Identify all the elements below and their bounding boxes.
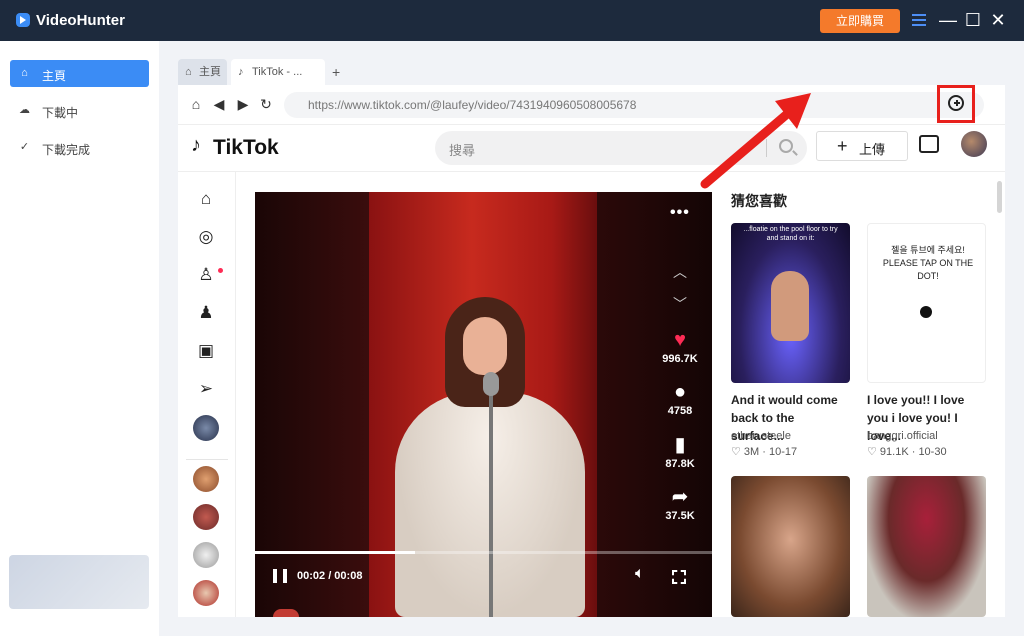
chevron-up-icon[interactable]: ︿: [670, 262, 690, 282]
bookmark-icon: ▮: [674, 434, 686, 456]
new-tab-button[interactable]: +: [332, 59, 348, 85]
home-icon: ⌂: [21, 67, 28, 79]
url-bar[interactable]: https://www.tiktok.com/@laufey/video/743…: [284, 92, 984, 118]
upload-button[interactable]: + 上傳: [816, 131, 908, 161]
browser-navbar: ⌂ ◀ ▶ ↻ https://www.tiktok.com/@laufey/v…: [178, 85, 1005, 125]
main-content: ⌂ 主頁 ♪ TikTok - ... + ⌂ ◀ ▶ ↻ https://ww…: [159, 41, 1024, 636]
minimize-icon[interactable]: —: [938, 10, 958, 30]
pause-icon[interactable]: [273, 569, 287, 583]
plus-icon: +: [837, 136, 848, 156]
sidebar-item-label: 下載完成: [42, 143, 91, 157]
buy-now-label: 立即購買: [835, 14, 884, 28]
following-icon[interactable]: ♙: [195, 264, 217, 286]
sidebar-item-label: 主頁: [42, 69, 67, 83]
tiktok-logo-icon: ♪: [191, 134, 201, 156]
tiktok-icon: ♪: [238, 66, 244, 78]
thumbnail-caption: ...floatie on the pool floor to try and …: [743, 226, 838, 242]
save-button[interactable]: ▮ 87.8K: [657, 432, 703, 470]
share-button[interactable]: ➦ 37.5K: [657, 484, 703, 522]
share-icon: ➦: [671, 486, 689, 508]
like-count: 996.7K: [662, 353, 698, 365]
recommend-thumbnail[interactable]: ...floatie on the pool floor to try and …: [731, 223, 850, 383]
tiktok-side-nav: ⌂ ◎ ♙ ♟ ▣ ➢: [178, 172, 236, 617]
home-icon: ⌂: [185, 66, 192, 78]
chevron-down-icon[interactable]: ﹀: [670, 294, 690, 314]
share-count: 37.5K: [665, 510, 695, 522]
notification-dot: [218, 268, 223, 273]
buy-now-button[interactable]: 立即購買: [820, 9, 900, 33]
app-logo-icon: [16, 13, 30, 27]
forward-icon[interactable]: ▶: [234, 95, 252, 113]
fullscreen-icon[interactable]: [672, 570, 686, 584]
browser-view: ⌂ ◀ ▶ ↻ https://www.tiktok.com/@laufey/v…: [178, 85, 1005, 617]
volume-icon[interactable]: 🔈︎: [635, 565, 645, 583]
heart-icon: ♥: [674, 329, 686, 351]
profile-avatar[interactable]: [193, 415, 219, 441]
download-plus-icon[interactable]: [948, 95, 964, 111]
more-options-icon[interactable]: •••: [670, 204, 690, 222]
scrollbar[interactable]: [997, 181, 1002, 213]
save-count: 87.8K: [665, 458, 695, 470]
live-icon[interactable]: ▣: [195, 340, 217, 362]
microphone: [489, 387, 493, 617]
title-bar: VideoHunter 立即購買 — ☐ ✕: [0, 0, 1024, 41]
menu-icon[interactable]: [909, 10, 929, 30]
tab-label: TikTok - ...: [252, 66, 303, 78]
recommend-user[interactable]: banggri.official: [867, 430, 938, 442]
video-player[interactable]: ••• ︿ ﹀ ♥ 996.7K ● 4758 ▮ 87.8K ➦ 37.5K: [255, 192, 712, 617]
sidebar-item-downloading[interactable]: ☁ 下載中: [10, 97, 149, 124]
sidebar-item-completed[interactable]: ✓ 下載完成: [10, 134, 149, 161]
following-avatar[interactable]: [193, 466, 219, 492]
tiktok-header: ♪ TikTok 搜尋 + 上傳: [178, 125, 1005, 172]
avatar[interactable]: [961, 131, 987, 157]
sidebar-item-home[interactable]: ⌂ 主頁: [10, 60, 149, 87]
friends-icon[interactable]: ♟: [195, 302, 217, 324]
promo-banner[interactable]: [9, 555, 149, 609]
following-avatar[interactable]: [193, 542, 219, 568]
close-icon[interactable]: ✕: [988, 10, 1008, 30]
check-circle-icon: ✓: [19, 141, 30, 153]
video-time: 00:02 / 00:08: [297, 570, 363, 582]
maximize-icon[interactable]: ☐: [963, 10, 983, 30]
video-progress-bar[interactable]: [255, 551, 712, 554]
url-text: https://www.tiktok.com/@laufey/video/743…: [308, 98, 637, 112]
comment-count: 4758: [667, 405, 693, 417]
recommend-user[interactable]: ethan.steele: [731, 430, 791, 442]
home-icon[interactable]: ⌂: [195, 188, 217, 210]
sidebar: ⌂ 主頁 ☁ 下載中 ✓ 下載完成: [0, 41, 159, 636]
app-title: VideoHunter: [36, 12, 125, 29]
refresh-icon[interactable]: ↻: [257, 95, 275, 113]
tab-tiktok[interactable]: ♪ TikTok - ...: [231, 59, 325, 85]
recommend-thumbnail[interactable]: [867, 476, 986, 617]
comment-button[interactable]: ● 4758: [657, 379, 703, 417]
tiktok-logo[interactable]: TikTok: [213, 136, 279, 160]
recommend-stats: ♡ 91.1K · 10-30: [867, 446, 947, 458]
following-avatar[interactable]: [193, 580, 219, 606]
thumbnail-caption: 젤을 튜브에 주세요! PLEASE TAP ON THE DOT!: [882, 245, 974, 281]
compass-icon[interactable]: ◎: [195, 226, 217, 248]
tab-label: 主頁: [199, 66, 221, 78]
sidebar-item-label: 下載中: [42, 106, 79, 120]
recommend-stats: ♡ 3M · 10-17: [731, 446, 798, 458]
inbox-icon[interactable]: [919, 135, 939, 153]
comment-icon: ●: [673, 381, 687, 403]
like-button[interactable]: ♥ 996.7K: [657, 327, 703, 365]
video-progress-fill: [255, 551, 415, 554]
search-placeholder: 搜尋: [449, 143, 476, 158]
upload-label: 上傳: [859, 142, 886, 157]
cloud-download-icon: ☁: [19, 104, 30, 116]
author-avatar[interactable]: [273, 609, 299, 617]
download-highlight-box: [937, 85, 975, 123]
messages-icon[interactable]: ➢: [195, 378, 217, 400]
back-icon[interactable]: ◀: [210, 95, 228, 113]
red-pointer-arrow: [700, 93, 811, 189]
recommend-thumbnail[interactable]: 젤을 튜브에 주세요! PLEASE TAP ON THE DOT!: [867, 223, 986, 383]
recommend-thumbnail[interactable]: [731, 476, 850, 617]
home-icon[interactable]: ⌂: [187, 95, 205, 113]
tab-home[interactable]: ⌂ 主頁: [178, 59, 227, 85]
following-avatar[interactable]: [193, 504, 219, 530]
